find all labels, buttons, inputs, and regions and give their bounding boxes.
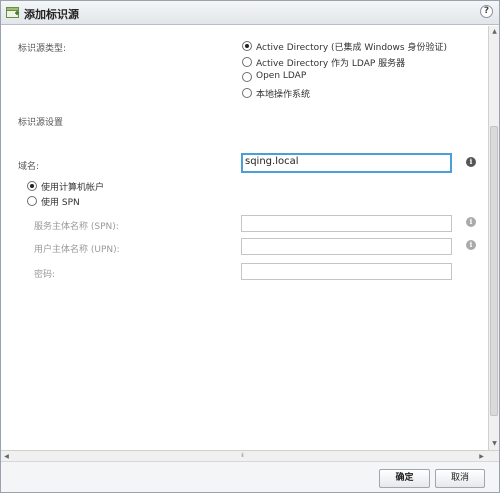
- dialog-content: 标识源类型: Active Directory (已集成 Windows 身份验…: [1, 26, 488, 450]
- radio-button[interactable]: [242, 88, 252, 98]
- domain-name-label: 域名:: [18, 162, 40, 172]
- upn-input[interactable]: [241, 238, 452, 255]
- radio-label: Open LDAP: [256, 71, 307, 81]
- vertical-scroll-thumb[interactable]: [490, 126, 498, 416]
- upn-info-icon[interactable]: i: [466, 240, 476, 250]
- radio-button[interactable]: [242, 72, 252, 82]
- dialog-titlebar[interactable]: 添加标识源 ?: [1, 1, 499, 25]
- scroll-right-icon[interactable]: ▶: [477, 452, 486, 461]
- ok-button[interactable]: 确定: [379, 469, 430, 488]
- dialog-footer: 确定 取消: [1, 461, 499, 492]
- radio-button-checked[interactable]: [242, 41, 252, 51]
- horizontal-scrollbar[interactable]: ◀ ⁞⁞ ▶: [1, 450, 499, 461]
- help-icon[interactable]: ?: [480, 5, 493, 18]
- radio-label: Active Directory (已集成 Windows 身份验证): [256, 43, 447, 53]
- radio-button[interactable]: [27, 196, 37, 206]
- scroll-down-icon[interactable]: ▼: [490, 439, 499, 448]
- spn-info-icon[interactable]: i: [466, 217, 476, 227]
- radio-label: Active Directory 作为 LDAP 服务器: [256, 59, 406, 69]
- radio-label: 本地操作系统: [256, 90, 311, 100]
- add-identity-source-dialog: 添加标识源 ? 标识源类型: Active Directory (已集成 Win…: [0, 0, 500, 493]
- domain-name-input[interactable]: sqing.local: [241, 153, 452, 173]
- cancel-button[interactable]: 取消: [435, 469, 485, 488]
- identity-source-type-label: 标识源类型:: [18, 44, 67, 54]
- add-identity-source-icon: [6, 7, 19, 18]
- password-label: 密码:: [34, 270, 56, 280]
- radio-button-checked[interactable]: [27, 181, 37, 191]
- spn-label: 服务主体名称 (SPN):: [34, 222, 119, 232]
- radio-button[interactable]: [242, 57, 252, 67]
- scroll-up-icon[interactable]: ▲: [490, 27, 499, 36]
- password-input[interactable]: [241, 263, 452, 280]
- dialog-title: 添加标识源: [24, 8, 79, 21]
- scroll-grip-icon[interactable]: ⁞⁞: [237, 453, 247, 459]
- identity-source-settings-label: 标识源设置: [18, 118, 64, 128]
- scroll-left-icon[interactable]: ◀: [2, 452, 11, 461]
- radio-label: 使用计算机帐户: [41, 183, 105, 193]
- domain-info-icon[interactable]: i: [466, 157, 476, 167]
- spn-input[interactable]: [241, 215, 452, 232]
- radio-label: 使用 SPN: [41, 198, 80, 208]
- upn-label: 用户主体名称 (UPN):: [34, 245, 120, 255]
- vertical-scrollbar[interactable]: ▲ ▼: [488, 26, 499, 450]
